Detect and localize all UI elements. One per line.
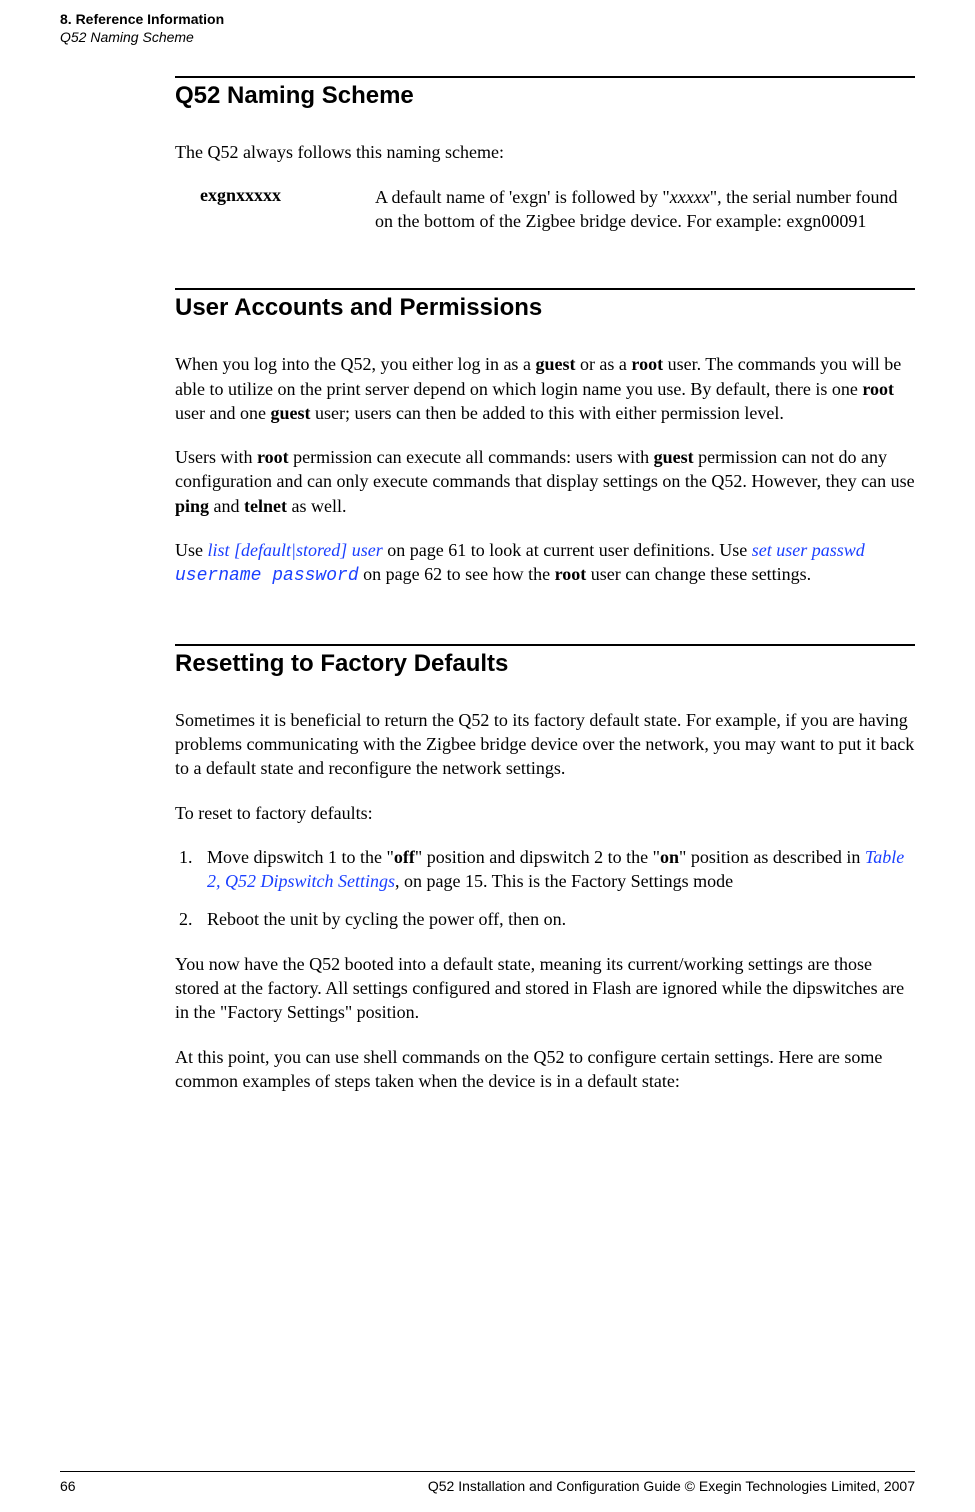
bold-root: root — [555, 564, 587, 584]
bold-root: root — [862, 379, 894, 399]
naming-intro: The Q52 always follows this naming schem… — [175, 140, 915, 164]
text: permission can execute all commands: use… — [289, 447, 654, 467]
bold-off: off — [394, 847, 415, 867]
user-accounts-p3: Use list [default|stored] user on page 6… — [175, 538, 915, 589]
bold-guest: guest — [535, 354, 575, 374]
footer-page-number: 66 — [60, 1478, 76, 1494]
step-2: Reboot the unit by cycling the power off… — [197, 907, 915, 931]
text: user can change these settings. — [586, 564, 811, 584]
bold-root: root — [257, 447, 289, 467]
text: on page 62 to see how the — [359, 564, 555, 584]
page-footer: 66 Q52 Installation and Configuration Gu… — [60, 1471, 915, 1494]
factory-p3: You now have the Q52 booted into a defau… — [175, 952, 915, 1025]
user-accounts-p2: Users with root permission can execute a… — [175, 445, 915, 518]
user-accounts-p1: When you log into the Q52, you either lo… — [175, 352, 915, 425]
section-rule — [175, 76, 915, 78]
bold-guest: guest — [654, 447, 694, 467]
text: on page 61 to look at current user defin… — [383, 540, 752, 560]
def-desc-pre: A default name of 'exgn' is followed by … — [375, 187, 670, 207]
text: user; users can then be added to this wi… — [310, 403, 783, 423]
step-1: Move dipswitch 1 to the "off" position a… — [197, 845, 915, 894]
bold-guest: guest — [270, 403, 310, 423]
bold-on: on — [660, 847, 679, 867]
heading-naming-scheme: Q52 Naming Scheme — [175, 82, 915, 110]
section-rule — [175, 644, 915, 646]
section-rule — [175, 288, 915, 290]
text: Users with — [175, 447, 257, 467]
page-header: 8. Reference Information Q52 Naming Sche… — [60, 10, 915, 46]
bold-ping: ping — [175, 496, 209, 516]
link-set-user-passwd-args[interactable]: username password — [175, 566, 359, 586]
definition-description: A default name of 'exgn' is followed by … — [375, 185, 915, 234]
text: as well. — [287, 496, 346, 516]
text: " position and dipswitch 2 to the " — [415, 847, 660, 867]
footer-text: Q52 Installation and Configuration Guide… — [428, 1478, 915, 1494]
text: When you log into the Q52, you either lo… — [175, 354, 535, 374]
bold-root: root — [631, 354, 663, 374]
definition-term: exgnxxxxx — [175, 185, 375, 234]
text: and — [209, 496, 244, 516]
text: " position as described in — [679, 847, 865, 867]
factory-p1: Sometimes it is beneficial to return the… — [175, 708, 915, 781]
factory-p4: At this point, you can use shell command… — [175, 1045, 915, 1094]
text: , on page 15. This is the Factory Settin… — [395, 871, 733, 891]
factory-p2: To reset to factory defaults: — [175, 801, 915, 825]
heading-factory-defaults: Resetting to Factory Defaults — [175, 650, 915, 678]
text: or as a — [575, 354, 631, 374]
bold-telnet: telnet — [244, 496, 287, 516]
header-chapter: 8. Reference Information — [60, 10, 915, 28]
definition-row: exgnxxxxx A default name of 'exgn' is fo… — [175, 185, 915, 234]
link-set-user-passwd[interactable]: set user passwd — [752, 540, 865, 560]
header-section: Q52 Naming Scheme — [60, 28, 915, 46]
text: Move dipswitch 1 to the " — [207, 847, 394, 867]
heading-user-accounts: User Accounts and Permissions — [175, 294, 915, 322]
factory-steps: Move dipswitch 1 to the "off" position a… — [175, 845, 915, 932]
link-list-user[interactable]: list [default|stored] user — [208, 540, 383, 560]
section-user-accounts: User Accounts and Permissions When you l… — [175, 288, 915, 588]
section-naming-scheme: Q52 Naming Scheme The Q52 always follows… — [175, 76, 915, 233]
text: Use — [175, 540, 208, 560]
def-desc-em: xxxxx — [670, 187, 710, 207]
section-factory-defaults: Resetting to Factory Defaults Sometimes … — [175, 644, 915, 1094]
text: user and one — [175, 403, 270, 423]
